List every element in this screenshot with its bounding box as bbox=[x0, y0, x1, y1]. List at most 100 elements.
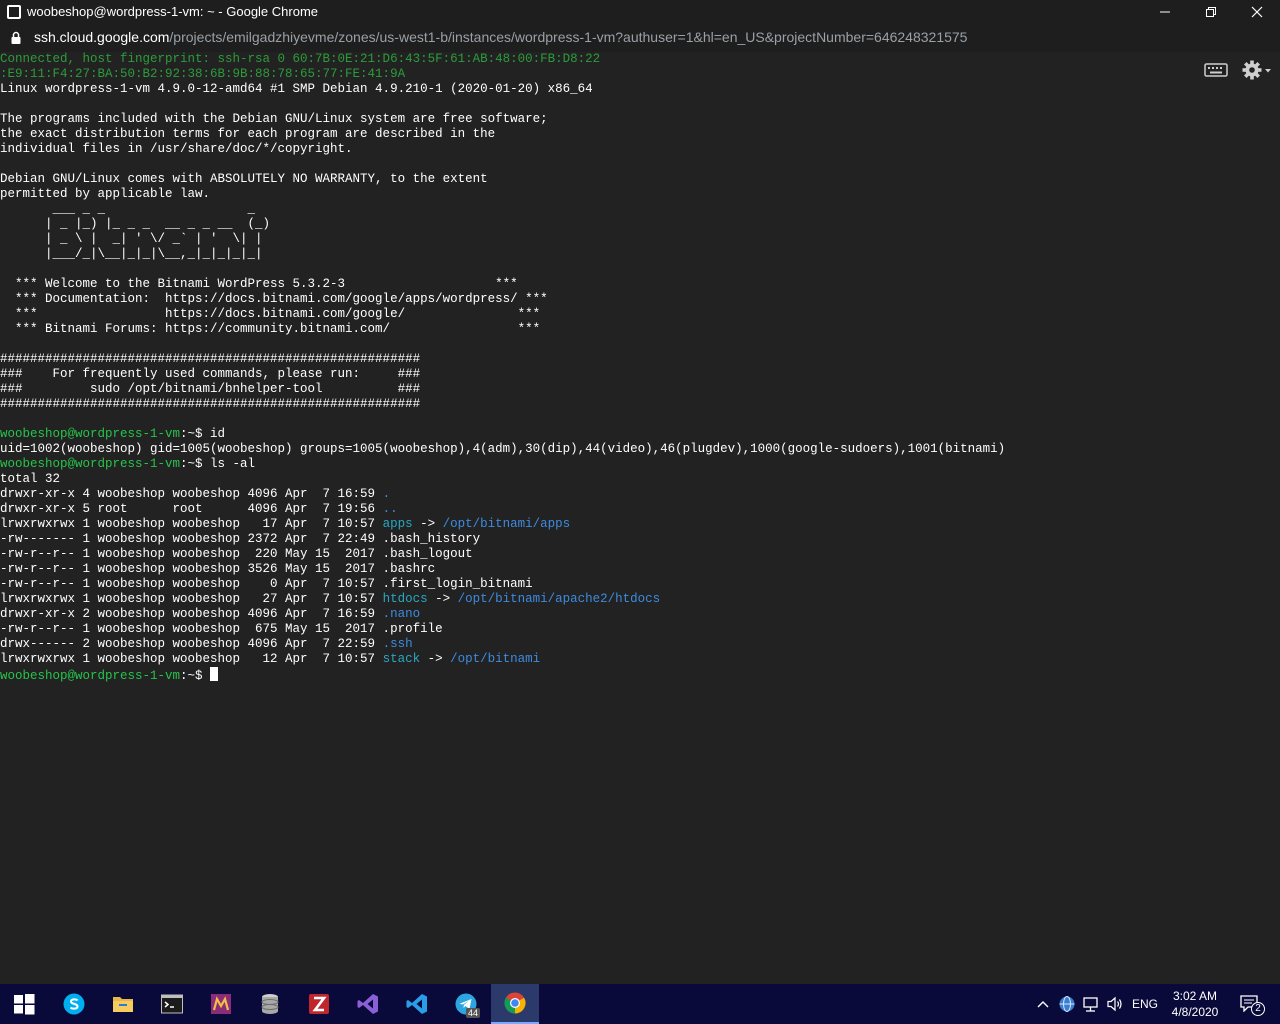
terminal-text: uid=1002(woobeshop) gid=1005(woobeshop) … bbox=[0, 442, 1006, 456]
clock[interactable]: 3:02 AM 4/8/2020 bbox=[1164, 988, 1226, 1020]
database-icon bbox=[261, 994, 279, 1014]
terminal-text: drwxr-xr-x 2 woobeshop woobeshop 4096 Ap… bbox=[0, 607, 383, 621]
terminal-line: drwxr-xr-x 2 woobeshop woobeshop 4096 Ap… bbox=[0, 607, 1005, 622]
terminal-text: drwx------ 2 woobeshop woobeshop 4096 Ap… bbox=[0, 637, 383, 651]
terminal-line: *** https://docs.bitnami.com/google/ *** bbox=[0, 307, 1005, 322]
terminal-line: -rw-r--r-- 1 woobeshop woobeshop 675 May… bbox=[0, 622, 1005, 637]
terminal-text: -rw-r--r-- 1 woobeshop woobeshop 675 May… bbox=[0, 622, 443, 636]
terminal-line: The programs included with the Debian GN… bbox=[0, 112, 1005, 127]
terminal-text: -rw-r--r-- 1 woobeshop woobeshop 220 May… bbox=[0, 547, 473, 561]
skype-icon bbox=[63, 993, 85, 1015]
terminal-line: lrwxrwxrwx 1 woobeshop woobeshop 27 Apr … bbox=[0, 592, 1005, 607]
browser-title-bar: woobeshop@wordpress-1-vm: ~ - Google Chr… bbox=[0, 0, 1280, 24]
lock-icon[interactable] bbox=[11, 31, 21, 44]
taskbar-database[interactable] bbox=[246, 984, 294, 1024]
terminal-text: woobeshop@wordpress-1-vm bbox=[0, 669, 181, 683]
taskbar-metatrader[interactable] bbox=[197, 984, 245, 1024]
taskbar-file-explorer[interactable] bbox=[99, 984, 147, 1024]
keyboard-icon[interactable] bbox=[1204, 62, 1228, 78]
taskbar-filezilla[interactable] bbox=[295, 984, 343, 1024]
visual-studio-icon bbox=[357, 994, 378, 1014]
terminal-line: Connected, host fingerprint: ssh-rsa 0 6… bbox=[0, 52, 1005, 67]
metatrader-icon bbox=[211, 994, 231, 1014]
terminal-text: -> bbox=[427, 592, 458, 606]
url-host: ssh.cloud.google.com bbox=[34, 29, 170, 45]
terminal-text: /opt/bitnami bbox=[450, 652, 541, 666]
minimize-icon bbox=[1160, 11, 1170, 13]
chevron-up-icon[interactable] bbox=[1036, 998, 1050, 1010]
terminal-text: stack bbox=[382, 652, 421, 666]
gear-icon[interactable] bbox=[1240, 59, 1272, 81]
url-text[interactable]: ssh.cloud.google.com/projects/emilgadzhi… bbox=[34, 29, 967, 46]
terminal-line: ___ _ _ _ bbox=[0, 202, 1005, 217]
start-button[interactable] bbox=[0, 984, 48, 1024]
taskbar-vscode[interactable] bbox=[393, 984, 441, 1024]
terminal-text: -rw-r--r-- 1 woobeshop woobeshop 0 Apr 7… bbox=[0, 577, 533, 591]
restore-button[interactable] bbox=[1188, 0, 1234, 24]
terminal-line: woobeshop@wordpress-1-vm:~$ bbox=[0, 667, 1005, 683]
terminal-text: .. bbox=[382, 502, 398, 516]
terminal-text: *** https://docs.bitnami.com/google/ *** bbox=[0, 307, 541, 321]
address-bar[interactable]: ssh.cloud.google.com/projects/emilgadzhi… bbox=[0, 24, 1280, 52]
terminal-text: total 32 bbox=[0, 472, 61, 486]
terminal-text: ########################################… bbox=[0, 352, 421, 366]
terminal-text: :~$ bbox=[180, 669, 211, 683]
taskbar-visual-studio[interactable] bbox=[344, 984, 392, 1024]
minimize-button[interactable] bbox=[1142, 0, 1188, 24]
notification-count: 2 bbox=[1251, 1002, 1265, 1016]
volume-icon[interactable] bbox=[1106, 995, 1124, 1013]
terminal-text: *** Welcome to the Bitnami WordPress 5.3… bbox=[0, 277, 518, 291]
terminal-text: ########################################… bbox=[0, 397, 421, 411]
taskbar-skype[interactable] bbox=[50, 984, 98, 1024]
terminal-line: woobeshop@wordpress-1-vm:~$ ls -al bbox=[0, 457, 1005, 472]
terminal-cursor bbox=[210, 667, 219, 681]
terminal-line: | _ \ | _| ' \/ _` | ' \| | bbox=[0, 232, 1005, 247]
terminal-text: woobeshop@wordpress-1-vm bbox=[0, 457, 181, 471]
terminal-text: -rw-r--r-- 1 woobeshop woobeshop 3526 Ma… bbox=[0, 562, 436, 576]
terminal-line: lrwxrwxrwx 1 woobeshop woobeshop 17 Apr … bbox=[0, 517, 1005, 532]
terminal-text: Linux wordpress-1-vm 4.9.0-12-amd64 #1 S… bbox=[0, 82, 593, 96]
network-globe-icon[interactable] bbox=[1058, 995, 1076, 1013]
filezilla-icon bbox=[309, 994, 329, 1014]
action-center-button[interactable]: 2 bbox=[1234, 984, 1270, 1024]
terminal-line: -rw-r--r-- 1 woobeshop woobeshop 3526 Ma… bbox=[0, 562, 1005, 577]
terminal-line: *** Welcome to the Bitnami WordPress 5.3… bbox=[0, 277, 1005, 292]
taskbar-telegram[interactable]: 44 bbox=[442, 984, 490, 1024]
terminal-text: .nano bbox=[382, 607, 421, 621]
terminal-output: Connected, host fingerprint: ssh-rsa 0 6… bbox=[0, 52, 1006, 683]
terminal-text: individual files in /usr/share/doc/*/cop… bbox=[0, 142, 353, 156]
terminal-text: woobeshop@wordpress-1-vm bbox=[0, 427, 181, 441]
language-indicator[interactable]: ENG bbox=[1128, 984, 1162, 1024]
terminal-text: ### For frequently used commands, please… bbox=[0, 367, 421, 381]
terminal-text: *** Documentation: https://docs.bitnami.… bbox=[0, 292, 548, 306]
terminal-text: :~$ ls -al bbox=[180, 457, 256, 471]
taskbar-chrome[interactable] bbox=[491, 984, 539, 1024]
terminal-line: lrwxrwxrwx 1 woobeshop woobeshop 12 Apr … bbox=[0, 652, 1005, 667]
network-icon[interactable] bbox=[1082, 995, 1100, 1013]
vscode-icon bbox=[406, 994, 427, 1014]
terminal-text: ### sudo /opt/bitnami/bnhelper-tool ### bbox=[0, 382, 421, 396]
terminal-line: drwxr-xr-x 4 woobeshop woobeshop 4096 Ap… bbox=[0, 487, 1005, 502]
close-icon bbox=[1251, 6, 1263, 18]
terminal-text: /opt/bitnami/apps bbox=[442, 517, 571, 531]
close-button[interactable] bbox=[1234, 0, 1280, 24]
terminal-text: lrwxrwxrwx 1 woobeshop woobeshop 17 Apr … bbox=[0, 517, 383, 531]
taskbar-terminal[interactable] bbox=[148, 984, 196, 1024]
terminal-line: -rw-r--r-- 1 woobeshop woobeshop 220 May… bbox=[0, 547, 1005, 562]
windows-start-icon bbox=[14, 994, 35, 1015]
terminal-line: permitted by applicable law. bbox=[0, 187, 1005, 202]
terminal-icon bbox=[161, 994, 183, 1014]
terminal-line: *** Documentation: https://docs.bitnami.… bbox=[0, 292, 1005, 307]
terminal-line: woobeshop@wordpress-1-vm:~$ id bbox=[0, 427, 1005, 442]
terminal-line: |___/_|\__|_|_|\__,_|_|_|_|_| bbox=[0, 247, 1005, 262]
terminal-text: ___ _ _ _ bbox=[0, 202, 256, 216]
terminal-text: The programs included with the Debian GN… bbox=[0, 112, 548, 126]
terminal-line: -rw------- 1 woobeshop woobeshop 2372 Ap… bbox=[0, 532, 1005, 547]
terminal[interactable]: Connected, host fingerprint: ssh-rsa 0 6… bbox=[0, 52, 1280, 984]
file-explorer-icon bbox=[113, 997, 133, 1012]
window-title: woobeshop@wordpress-1-vm: ~ - Google Chr… bbox=[27, 4, 319, 19]
